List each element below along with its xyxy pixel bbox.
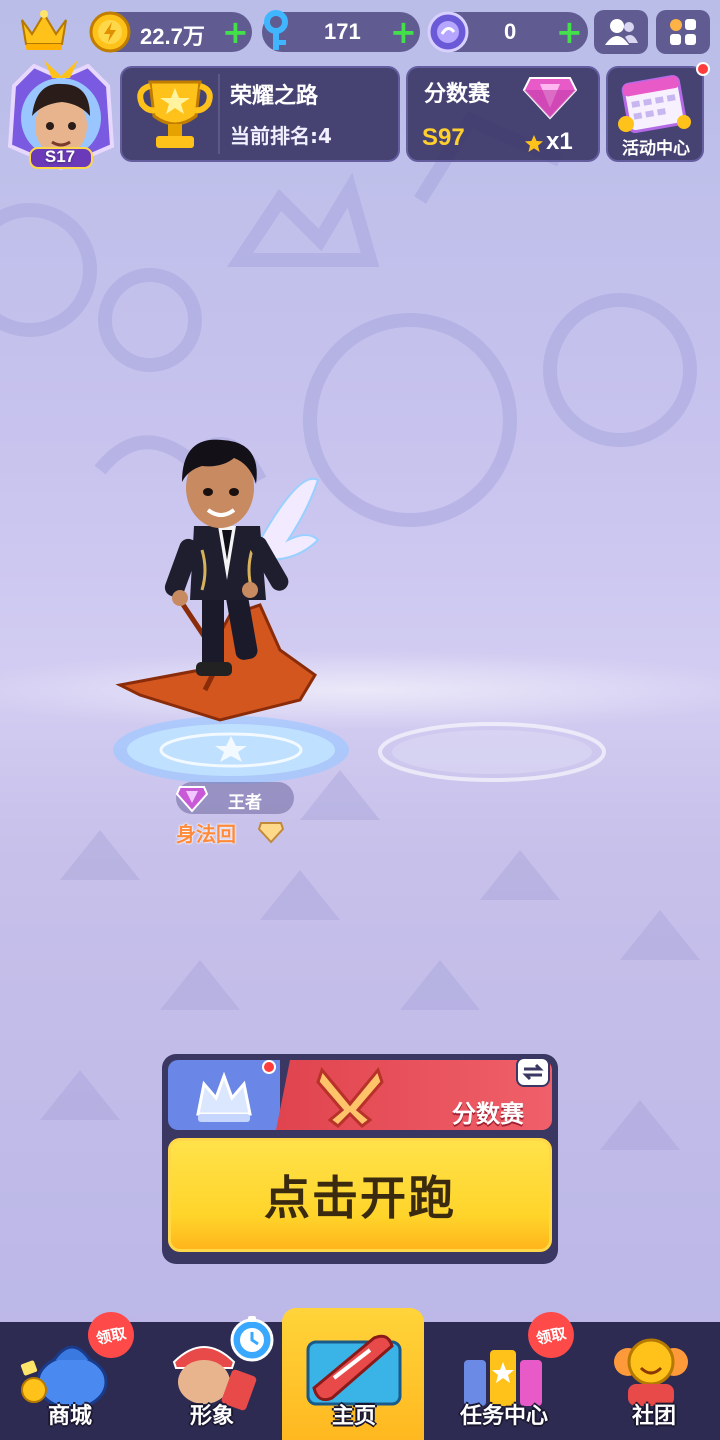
friends-icon xyxy=(605,19,638,45)
start-run-label: 点击开跑 xyxy=(264,1171,456,1225)
nav-club[interactable]: 社团 xyxy=(584,1322,720,1440)
gold-counter: 22.7万 + xyxy=(89,11,252,53)
rank-diamond-icon xyxy=(176,786,208,813)
mode-notification-dot xyxy=(262,1060,276,1074)
home-board-icon xyxy=(306,1334,402,1406)
star-icon xyxy=(525,135,543,152)
calendar-icon xyxy=(618,74,691,134)
mode-label: 分数赛 xyxy=(452,1100,524,1128)
rank-name: 王者 xyxy=(228,793,262,813)
gem-counter: 0 + xyxy=(427,11,588,53)
star-count: x1 xyxy=(546,128,573,155)
friends-button[interactable] xyxy=(594,10,648,54)
player-level: S17 xyxy=(44,147,76,166)
token-icon xyxy=(427,11,469,53)
crown-icon[interactable] xyxy=(18,8,70,52)
key-icon xyxy=(264,10,288,50)
add-key-button[interactable]: + xyxy=(390,16,417,48)
player-character[interactable] xyxy=(110,430,330,740)
diamond-rank-icon xyxy=(522,77,578,120)
nav-tasks-label: 任务中心 xyxy=(459,1404,548,1429)
more-apps-button[interactable] xyxy=(656,10,710,54)
key-counter: 171 + xyxy=(262,10,420,52)
nav-shop-label: 商城 xyxy=(47,1404,92,1429)
empty-platform xyxy=(378,722,606,782)
add-gem-button[interactable]: + xyxy=(556,16,583,48)
coin-icon xyxy=(89,11,131,53)
nav-home-label: 主页 xyxy=(331,1404,376,1429)
crossed-swords-icon xyxy=(316,1066,384,1128)
event-center-label: 活动中心 xyxy=(622,139,690,159)
event-notification-dot xyxy=(696,62,710,76)
add-gold-button[interactable]: + xyxy=(222,16,249,48)
nav-club-label: 社团 xyxy=(631,1404,676,1429)
swap-icon xyxy=(522,1063,544,1081)
season-label: S97 xyxy=(422,124,465,151)
key-value: 171 xyxy=(324,19,361,44)
glory-road-title: 荣耀之路 xyxy=(230,84,319,109)
nav-home[interactable]: 主页 xyxy=(284,1322,424,1440)
gem-value: 0 xyxy=(504,19,517,44)
trophy-icon xyxy=(137,80,213,148)
title-gem-icon xyxy=(258,822,284,844)
score-match-title: 分数赛 xyxy=(424,82,491,107)
top-currency-bar: 22.7万 + 171 + 0 + xyxy=(0,0,720,60)
player-title: 身法回 xyxy=(176,822,236,846)
score-match-panel[interactable]: 分数赛 S97 x1 xyxy=(406,66,600,162)
grid-icon xyxy=(670,19,696,45)
current-rank-label: 当前排名:4 xyxy=(230,124,332,148)
gold-value: 22.7万 xyxy=(140,24,205,49)
glory-road-panel[interactable]: 荣耀之路 当前排名:4 xyxy=(120,66,400,162)
nav-appearance-label: 形象 xyxy=(189,1404,234,1429)
timer-badge-icon xyxy=(230,1316,274,1362)
start-run-button[interactable]: 点击开跑 xyxy=(168,1138,552,1252)
swap-mode-button[interactable] xyxy=(516,1057,550,1087)
